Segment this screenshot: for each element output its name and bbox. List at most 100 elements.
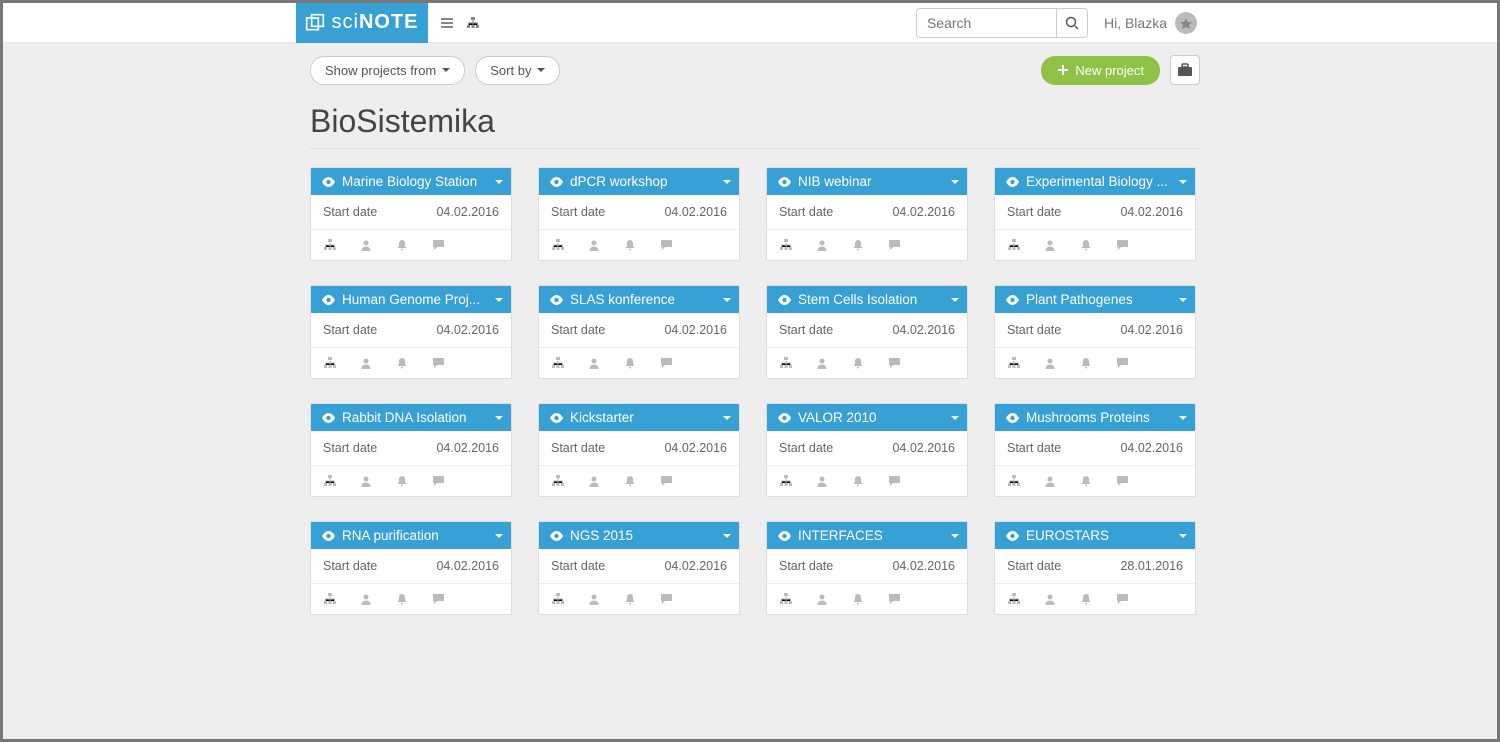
comment-icon[interactable]: [1115, 356, 1129, 370]
menu-icon[interactable]: [436, 12, 458, 34]
chevron-down-icon[interactable]: [951, 298, 959, 302]
project-card-header[interactable]: RNA purification: [311, 522, 511, 549]
chevron-down-icon[interactable]: [495, 180, 503, 184]
project-card-header[interactable]: Rabbit DNA Isolation: [311, 404, 511, 431]
project-card-header[interactable]: dPCR workshop: [539, 168, 739, 195]
chevron-down-icon[interactable]: [951, 180, 959, 184]
user-icon[interactable]: [1043, 238, 1057, 252]
hierarchy-icon[interactable]: [779, 238, 793, 252]
bell-icon[interactable]: [1079, 592, 1093, 606]
project-card-header[interactable]: NGS 2015: [539, 522, 739, 549]
comment-icon[interactable]: [431, 592, 445, 606]
user-icon[interactable]: [359, 238, 373, 252]
user-icon[interactable]: [587, 592, 601, 606]
comment-icon[interactable]: [1115, 474, 1129, 488]
chevron-down-icon[interactable]: [495, 416, 503, 420]
bell-icon[interactable]: [851, 356, 865, 370]
user-icon[interactable]: [587, 474, 601, 488]
comment-icon[interactable]: [431, 356, 445, 370]
bell-icon[interactable]: [395, 474, 409, 488]
chevron-down-icon[interactable]: [495, 534, 503, 538]
comment-icon[interactable]: [659, 474, 673, 488]
user-icon[interactable]: [1043, 356, 1057, 370]
bell-icon[interactable]: [851, 238, 865, 252]
bell-icon[interactable]: [1079, 474, 1093, 488]
comment-icon[interactable]: [887, 592, 901, 606]
comment-icon[interactable]: [1115, 238, 1129, 252]
hierarchy-icon[interactable]: [551, 238, 565, 252]
bell-icon[interactable]: [623, 238, 637, 252]
hierarchy-icon[interactable]: [462, 12, 484, 34]
hierarchy-icon[interactable]: [779, 592, 793, 606]
show-projects-from-dropdown[interactable]: Show projects from: [310, 56, 465, 85]
user-icon[interactable]: [359, 592, 373, 606]
comment-icon[interactable]: [887, 474, 901, 488]
hierarchy-icon[interactable]: [1007, 238, 1021, 252]
bell-icon[interactable]: [395, 238, 409, 252]
hierarchy-icon[interactable]: [779, 356, 793, 370]
comment-icon[interactable]: [659, 238, 673, 252]
comment-icon[interactable]: [887, 356, 901, 370]
comment-icon[interactable]: [431, 474, 445, 488]
user-icon[interactable]: [815, 474, 829, 488]
project-card-header[interactable]: VALOR 2010: [767, 404, 967, 431]
bell-icon[interactable]: [395, 356, 409, 370]
bell-icon[interactable]: [1079, 238, 1093, 252]
comment-icon[interactable]: [659, 592, 673, 606]
comment-icon[interactable]: [1115, 592, 1129, 606]
sort-by-dropdown[interactable]: Sort by: [475, 56, 560, 85]
chevron-down-icon[interactable]: [951, 534, 959, 538]
project-card-header[interactable]: Kickstarter: [539, 404, 739, 431]
chevron-down-icon[interactable]: [723, 416, 731, 420]
hierarchy-icon[interactable]: [551, 474, 565, 488]
search-button[interactable]: [1056, 8, 1088, 38]
user-icon[interactable]: [1043, 474, 1057, 488]
hierarchy-icon[interactable]: [551, 356, 565, 370]
hierarchy-icon[interactable]: [551, 592, 565, 606]
logo[interactable]: sciNOTE: [296, 3, 428, 43]
user-icon[interactable]: [815, 592, 829, 606]
project-card-header[interactable]: Experimental Biology ...: [995, 168, 1195, 195]
project-card-header[interactable]: NIB webinar: [767, 168, 967, 195]
bell-icon[interactable]: [395, 592, 409, 606]
comment-icon[interactable]: [431, 238, 445, 252]
user-icon[interactable]: [587, 238, 601, 252]
chevron-down-icon[interactable]: [723, 298, 731, 302]
chevron-down-icon[interactable]: [723, 180, 731, 184]
hierarchy-icon[interactable]: [1007, 356, 1021, 370]
chevron-down-icon[interactable]: [1179, 180, 1187, 184]
bell-icon[interactable]: [851, 474, 865, 488]
chevron-down-icon[interactable]: [1179, 416, 1187, 420]
user-icon[interactable]: [359, 356, 373, 370]
user-greeting[interactable]: Hi, Blazka: [1104, 12, 1197, 34]
chevron-down-icon[interactable]: [1179, 298, 1187, 302]
chevron-down-icon[interactable]: [495, 298, 503, 302]
hierarchy-icon[interactable]: [323, 474, 337, 488]
user-icon[interactable]: [815, 238, 829, 252]
project-card-header[interactable]: SLAS konference: [539, 286, 739, 313]
bell-icon[interactable]: [1079, 356, 1093, 370]
project-card-header[interactable]: Stem Cells Isolation: [767, 286, 967, 313]
project-card-header[interactable]: Mushrooms Proteins: [995, 404, 1195, 431]
project-card-header[interactable]: Plant Pathogenes: [995, 286, 1195, 313]
comment-icon[interactable]: [887, 238, 901, 252]
project-card-header[interactable]: INTERFACES: [767, 522, 967, 549]
hierarchy-icon[interactable]: [323, 238, 337, 252]
new-project-button[interactable]: New project: [1041, 56, 1160, 85]
hierarchy-icon[interactable]: [323, 356, 337, 370]
archive-button[interactable]: [1170, 55, 1200, 85]
bell-icon[interactable]: [623, 592, 637, 606]
user-icon[interactable]: [587, 356, 601, 370]
hierarchy-icon[interactable]: [323, 592, 337, 606]
user-icon[interactable]: [359, 474, 373, 488]
project-card-header[interactable]: Human Genome Proj...: [311, 286, 511, 313]
user-icon[interactable]: [1043, 592, 1057, 606]
chevron-down-icon[interactable]: [951, 416, 959, 420]
bell-icon[interactable]: [851, 592, 865, 606]
bell-icon[interactable]: [623, 474, 637, 488]
user-icon[interactable]: [815, 356, 829, 370]
project-card-header[interactable]: EUROSTARS: [995, 522, 1195, 549]
search-input[interactable]: [916, 8, 1056, 38]
comment-icon[interactable]: [659, 356, 673, 370]
chevron-down-icon[interactable]: [723, 534, 731, 538]
